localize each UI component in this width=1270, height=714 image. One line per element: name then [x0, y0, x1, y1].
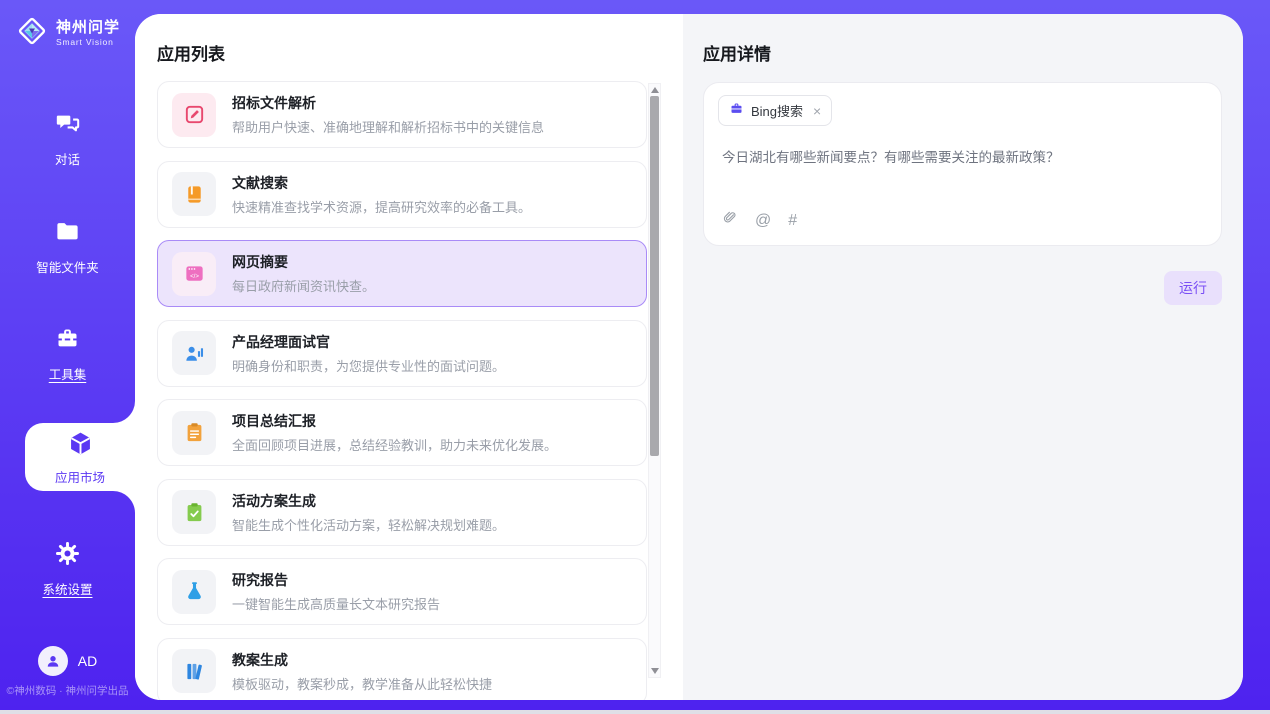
brand-subtitle: Smart Vision	[56, 38, 120, 47]
mention-icon[interactable]: @	[755, 213, 771, 229]
tool-tag-label: Bing搜索	[751, 101, 803, 120]
app-detail-title: 应用详情	[703, 40, 771, 65]
app-list-title: 应用列表	[157, 40, 225, 65]
user-name: AD	[78, 653, 97, 669]
app-card-web-summary[interactable]: </> 网页摘要 每日政府新闻资讯快查。	[157, 240, 647, 307]
app-card-desc: 一键智能生成高质量长文本研究报告	[232, 594, 440, 613]
folder-icon	[54, 232, 81, 249]
app-card-title: 网页摘要	[232, 252, 375, 272]
main-content: 应用列表 招标文件解析 帮助用户快速、准确地理解和解析招标书中的关键信息	[135, 14, 1243, 700]
chat-icon	[54, 124, 81, 141]
app-card-title: 产品经理面试官	[232, 332, 505, 352]
edit-document-icon	[172, 93, 216, 137]
app-detail-panel: 应用详情 Bing搜索 × 今日湖北有哪些新闻要点？有哪些需要关注的最新政策？	[683, 14, 1243, 700]
sidebar-item-label: 智能文件夹	[0, 257, 135, 276]
sidebar-item-label: 对话	[0, 149, 135, 168]
app-card-desc: 帮助用户快速、准确地理解和解析招标书中的关键信息	[232, 117, 544, 136]
app-card-project-summary[interactable]: 项目总结汇报 全面回顾项目进展，总结经验教训，助力未来优化发展。	[157, 399, 647, 466]
active-tab-notch	[113, 491, 135, 513]
sidebar-item-smart-folder[interactable]: 智能文件夹	[0, 218, 135, 276]
scrollbar-thumb[interactable]	[650, 96, 659, 456]
app-card-pm-interviewer[interactable]: 产品经理面试官 明确身份和职责，为您提供专业性的面试问题。	[157, 320, 647, 387]
app-card-title: 文献搜索	[232, 173, 531, 193]
prompt-card: Bing搜索 × 今日湖北有哪些新闻要点？有哪些需要关注的最新政策？ @ #	[703, 82, 1222, 246]
gem-logo-icon	[15, 14, 49, 53]
sidebar-item-app-market[interactable]: 应用市场	[25, 423, 135, 491]
app-card-desc: 每日政府新闻资讯快查。	[232, 276, 375, 295]
sidebar-item-label: 工具集	[0, 364, 135, 383]
close-icon[interactable]: ×	[813, 104, 821, 118]
gear-icon	[54, 554, 81, 571]
app-card-literature-search[interactable]: 文献搜索 快速精准查找学术资源，提高研究效率的必备工具。	[157, 161, 647, 228]
app-card-bid-analysis[interactable]: 招标文件解析 帮助用户快速、准确地理解和解析招标书中的关键信息	[157, 81, 647, 148]
run-button[interactable]: 运行	[1164, 271, 1222, 305]
avatar	[38, 646, 68, 676]
app-card-lesson-plan[interactable]: 教案生成 模板驱动，教案秒成，教学准备从此轻松快捷	[157, 638, 647, 701]
cube-icon	[66, 429, 95, 463]
svg-text:</>: </>	[190, 273, 199, 280]
app-card-title: 教案生成	[232, 650, 492, 670]
user-account[interactable]: AD	[0, 646, 135, 676]
scroll-up-icon[interactable]	[649, 84, 660, 96]
tool-tag-bing-search[interactable]: Bing搜索 ×	[718, 95, 832, 126]
prompt-toolbar: @ #	[722, 210, 797, 231]
app-card-event-plan[interactable]: 活动方案生成 智能生成个性化活动方案，轻松解决规划难题。	[157, 479, 647, 546]
books-icon	[172, 649, 216, 693]
window-bottom-edge	[0, 710, 1270, 714]
sidebar: 神州问学 Smart Vision 对话 智能文件夹	[0, 0, 135, 710]
app-card-desc: 快速精准查找学术资源，提高研究效率的必备工具。	[232, 197, 531, 216]
plan-check-icon	[172, 490, 216, 534]
app-card-desc: 全面回顾项目进展，总结经验教训，助力未来优化发展。	[232, 435, 557, 454]
copyright-footer: ©神州数码 · 神州问学出品	[0, 683, 135, 698]
sidebar-item-label: 应用市场	[55, 467, 105, 486]
sidebar-item-settings[interactable]: 系统设置	[0, 540, 135, 598]
app-card-title: 活动方案生成	[232, 491, 505, 511]
hash-icon[interactable]: #	[788, 213, 797, 229]
app-card-title: 招标文件解析	[232, 93, 544, 113]
app-card-desc: 明确身份和职责，为您提供专业性的面试问题。	[232, 356, 505, 375]
toolbox-icon	[54, 339, 81, 356]
browser-code-icon: </>	[172, 252, 216, 296]
scroll-down-icon[interactable]	[649, 665, 660, 677]
active-tab-notch	[113, 401, 135, 423]
brand-name: 神州问学	[56, 20, 120, 37]
report-note-icon	[172, 411, 216, 455]
sidebar-item-toolbox[interactable]: 工具集	[0, 325, 135, 383]
sidebar-item-label: 系统设置	[0, 579, 135, 598]
app-card-research-report[interactable]: 研究报告 一键智能生成高质量长文本研究报告	[157, 558, 647, 625]
book-icon	[172, 172, 216, 216]
flask-icon	[172, 570, 216, 614]
app-card-title: 项目总结汇报	[232, 411, 557, 431]
paperclip-icon[interactable]	[722, 210, 738, 231]
app-card-desc: 智能生成个性化活动方案，轻松解决规划难题。	[232, 515, 505, 534]
list-scrollbar[interactable]	[648, 83, 661, 678]
sidebar-item-chat[interactable]: 对话	[0, 110, 135, 168]
app-card-list: 招标文件解析 帮助用户快速、准确地理解和解析招标书中的关键信息 文献搜索 快速精…	[157, 81, 647, 700]
app-card-title: 研究报告	[232, 570, 440, 590]
brand-logo: 神州问学 Smart Vision	[0, 14, 135, 53]
briefcase-icon	[729, 101, 744, 121]
interviewer-icon	[172, 331, 216, 375]
app-card-desc: 模板驱动，教案秒成，教学准备从此轻松快捷	[232, 674, 492, 693]
prompt-input[interactable]: 今日湖北有哪些新闻要点？有哪些需要关注的最新政策？	[722, 148, 1203, 169]
app-list-panel: 应用列表 招标文件解析 帮助用户快速、准确地理解和解析招标书中的关键信息	[135, 14, 683, 700]
